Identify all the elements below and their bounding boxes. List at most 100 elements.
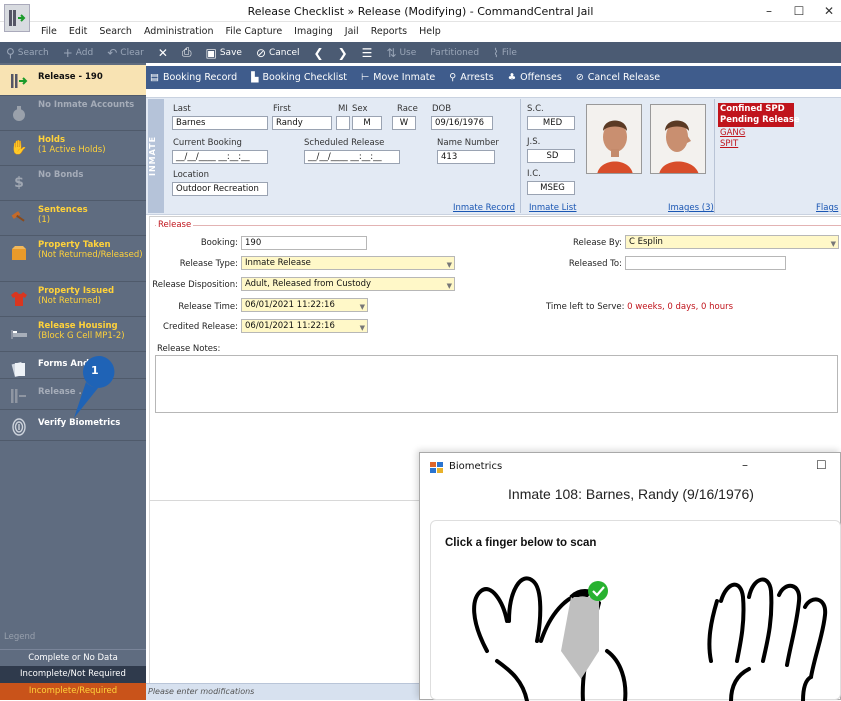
release-time-label: Release Time:: [178, 302, 238, 312]
mugshot-front[interactable]: [586, 104, 642, 174]
release-disposition-select[interactable]: Adult, Released from Custody ▼: [241, 277, 455, 291]
booking-field[interactable]: 190: [241, 236, 367, 250]
sc-field[interactable]: MED: [527, 116, 575, 130]
menu-reports[interactable]: Reports: [370, 26, 408, 37]
release-type-select[interactable]: Inmate Release ▼: [241, 256, 455, 270]
scan-complete-check-icon: [588, 581, 608, 601]
use-button[interactable]: ⇅ Use: [386, 46, 416, 60]
cancel-icon: ⊘: [575, 72, 584, 83]
callout-number: 1: [91, 364, 99, 377]
menu-help[interactable]: Help: [418, 26, 442, 37]
mi-label: MI: [338, 104, 348, 114]
inmate-record-link[interactable]: Inmate Record: [453, 203, 515, 213]
release-by-select[interactable]: C Esplin ▼: [625, 235, 839, 249]
print-icon: ⎙: [181, 45, 192, 59]
js-field[interactable]: SD: [527, 149, 575, 163]
sidebar-item-property-issued[interactable]: Property Issued (Not Returned): [0, 283, 146, 317]
divider: [520, 99, 521, 213]
last-name-field[interactable]: Barnes: [172, 116, 268, 130]
dob-field[interactable]: 09/16/1976: [431, 116, 493, 130]
credited-release-picker[interactable]: 06/01/2021 11:22:16 ▼: [241, 319, 368, 333]
mi-field[interactable]: [336, 116, 350, 130]
move-inmate-button[interactable]: ⊢ Move Inmate: [361, 72, 435, 83]
menu-bar: File Edit Search Administration File Cap…: [40, 22, 840, 40]
ic-field[interactable]: MSEG: [527, 181, 575, 195]
release-type-value: Inmate Release: [245, 258, 311, 268]
flags-link[interactable]: Flags: [816, 203, 838, 213]
undo-icon: ↶: [107, 45, 118, 60]
partitioned-button[interactable]: Partitioned: [430, 48, 479, 58]
dollar-icon: $: [14, 175, 24, 191]
clear-button[interactable]: ↶ Clear: [107, 46, 144, 60]
app-logo-icon: [4, 4, 30, 32]
sidebar-item-inmate-accounts[interactable]: No Inmate Accounts: [0, 97, 146, 131]
release-by-value: C Esplin: [629, 237, 663, 247]
menu-imaging[interactable]: Imaging: [293, 26, 334, 37]
search-icon: ⚲: [449, 72, 457, 83]
biometrics-minimize-button[interactable]: –: [742, 458, 748, 472]
inmate-list-link[interactable]: Inmate List: [529, 203, 577, 213]
back-button[interactable]: ❮: [314, 46, 324, 60]
selected-finger[interactable]: [561, 597, 599, 679]
cancel-button[interactable]: ⊘ Cancel: [256, 46, 300, 60]
mugshot-profile[interactable]: [650, 104, 706, 174]
booking-record-button[interactable]: ▤ Booking Record: [150, 72, 237, 83]
sidebar-item-release[interactable]: Release - 190: [0, 65, 146, 96]
menu-search[interactable]: Search: [98, 26, 133, 37]
save-button[interactable]: ▣ Save: [206, 46, 242, 60]
sidebar-item-property-taken[interactable]: Property Taken (Not Returned/Released): [0, 237, 146, 282]
biometrics-title: Biometrics: [449, 461, 503, 472]
add-button[interactable]: + Add: [63, 46, 94, 60]
arrests-button[interactable]: ⚲ Arrests: [449, 72, 493, 83]
chevron-left-icon: ❮: [313, 45, 324, 60]
flag-gang[interactable]: GANG: [720, 128, 745, 138]
booking-checklist-button[interactable]: ▙ Booking Checklist: [251, 72, 347, 83]
release-by-label: Release By:: [572, 238, 622, 248]
bed-move-icon: ⊢: [361, 72, 370, 83]
menu-edit[interactable]: Edit: [68, 26, 88, 37]
name-number-field[interactable]: 413: [437, 150, 495, 164]
inmate-tab-label: INMATE: [148, 99, 164, 213]
file-button[interactable]: ⌇ File: [493, 46, 517, 60]
content-divider: [149, 500, 419, 501]
name-number-label: Name Number: [437, 138, 499, 148]
box-icon: [6, 242, 32, 264]
location-field[interactable]: Outdoor Recreation: [172, 182, 268, 196]
release-time-picker[interactable]: 06/01/2021 11:22:16 ▼: [241, 298, 368, 312]
first-name-field[interactable]: Randy: [272, 116, 332, 130]
flag-spit[interactable]: SPIT: [720, 139, 738, 149]
release-notes-field[interactable]: [155, 355, 838, 413]
scheduled-release-field[interactable]: __/__/____ __:__:__: [304, 150, 400, 164]
sidebar-item-release-housing[interactable]: Release Housing (Block G Cell MP1-2): [0, 318, 146, 352]
search-icon: ⚲: [6, 45, 15, 60]
images-link[interactable]: Images (3): [668, 203, 714, 213]
minimize-button[interactable]: –: [754, 2, 784, 20]
sidebar-item-bonds[interactable]: $ No Bonds: [0, 167, 146, 201]
dropdown-arrow-icon: ▼: [446, 282, 452, 290]
close-record-button[interactable]: ✕: [158, 46, 168, 60]
offenses-button[interactable]: ♣ Offenses: [508, 72, 562, 83]
sex-field[interactable]: M: [352, 116, 382, 130]
forward-button[interactable]: ❯: [338, 46, 348, 60]
cancel-release-button[interactable]: ⊘ Cancel Release: [576, 72, 660, 83]
close-button[interactable]: ✕: [814, 2, 841, 20]
list-button[interactable]: ☰: [362, 46, 373, 60]
sidebar-item-holds[interactable]: ✋ Holds (1 Active Holds): [0, 132, 146, 166]
menu-jail[interactable]: Jail: [344, 26, 360, 37]
flag-pending-release: Pending Release: [720, 115, 800, 125]
offense-icon: ♣: [507, 72, 517, 83]
current-booking-label: Current Booking: [173, 138, 242, 148]
search-button[interactable]: ⚲ Search: [6, 46, 49, 60]
sidebar-item-sentences[interactable]: Sentences (1): [0, 202, 146, 236]
menu-administration[interactable]: Administration: [143, 26, 215, 37]
current-booking-field[interactable]: __/__/____ __:__:__: [172, 150, 268, 164]
race-label: Race: [397, 104, 418, 114]
race-field[interactable]: W: [392, 116, 416, 130]
menu-file[interactable]: File: [40, 26, 58, 37]
print-button[interactable]: ⎙: [182, 45, 192, 60]
checklist-icon: ▙: [251, 72, 259, 83]
maximize-button[interactable]: ☐: [784, 2, 814, 20]
released-to-field[interactable]: [625, 256, 786, 270]
menu-file-capture[interactable]: File Capture: [224, 26, 283, 37]
biometrics-maximize-button[interactable]: ☐: [816, 458, 827, 472]
